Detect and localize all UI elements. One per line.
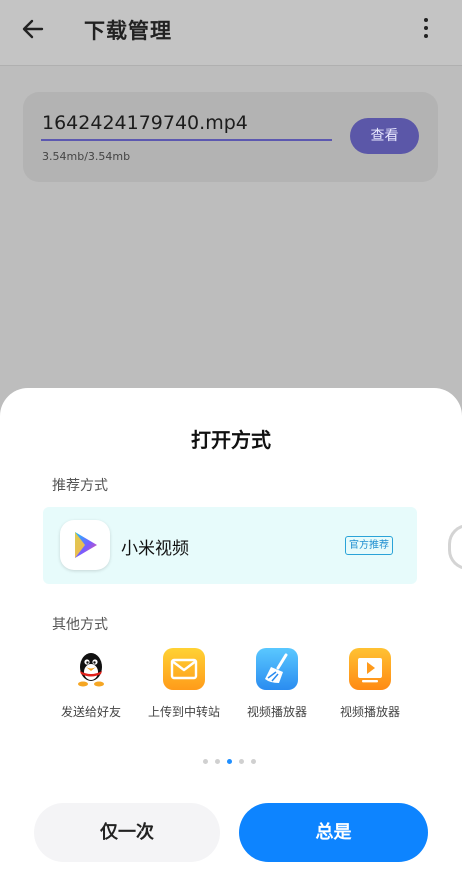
download-progress-bar — [41, 139, 332, 141]
app-label: 视频播放器 — [339, 705, 400, 719]
page-dot — [251, 759, 256, 764]
view-button[interactable]: 查看 — [350, 118, 419, 154]
recommended-label: 推荐方式 — [52, 478, 108, 494]
page-dot-active — [227, 759, 232, 764]
page-indicator — [203, 759, 263, 765]
official-recommend-badge: 官方推荐 — [345, 536, 393, 555]
arrow-left-icon — [22, 19, 44, 39]
page-dot — [239, 759, 244, 764]
sheet-title: 打开方式 — [191, 428, 271, 452]
mi-video-play-icon — [60, 520, 110, 570]
edge-scroll-hint — [448, 524, 462, 570]
back-button[interactable] — [18, 14, 48, 44]
open-with-sheet: 打开方式 推荐方式 小米视频 官方推荐 其他方式 发送给好友 上传到中转站 视频… — [0, 388, 462, 895]
video-player-icon — [349, 648, 391, 690]
app-label: 视频播放器 — [246, 705, 307, 719]
broom-cleaner-icon — [256, 648, 298, 690]
recommended-app-mi-video[interactable]: 小米视频 官方推荐 — [43, 507, 417, 584]
always-button[interactable]: 总是 — [239, 803, 428, 862]
app-label: 发送给好友 — [60, 705, 121, 719]
page-title: 下载管理 — [84, 19, 172, 43]
download-item[interactable]: 1642424179740.mp4 3.54mb/3.54mb 查看 — [23, 92, 438, 182]
other-label: 其他方式 — [52, 617, 108, 633]
download-size: 3.54mb/3.54mb — [42, 150, 131, 163]
app-bar: 下载管理 — [0, 0, 462, 66]
app-label: 上传到中转站 — [147, 705, 220, 719]
page-dot — [203, 759, 208, 764]
other-apps-grid: 发送给好友 上传到中转站 视频播放器 视频播放器 — [0, 648, 462, 728]
more-vertical-icon — [424, 18, 428, 22]
mail-envelope-icon — [163, 648, 205, 690]
more-button[interactable] — [416, 14, 436, 44]
recommended-app-name: 小米视频 — [121, 539, 189, 559]
download-filename: 1642424179740.mp4 — [42, 112, 248, 134]
page-dot — [215, 759, 220, 764]
just-once-button[interactable]: 仅一次 — [34, 803, 220, 862]
qq-penguin-icon — [78, 653, 104, 687]
